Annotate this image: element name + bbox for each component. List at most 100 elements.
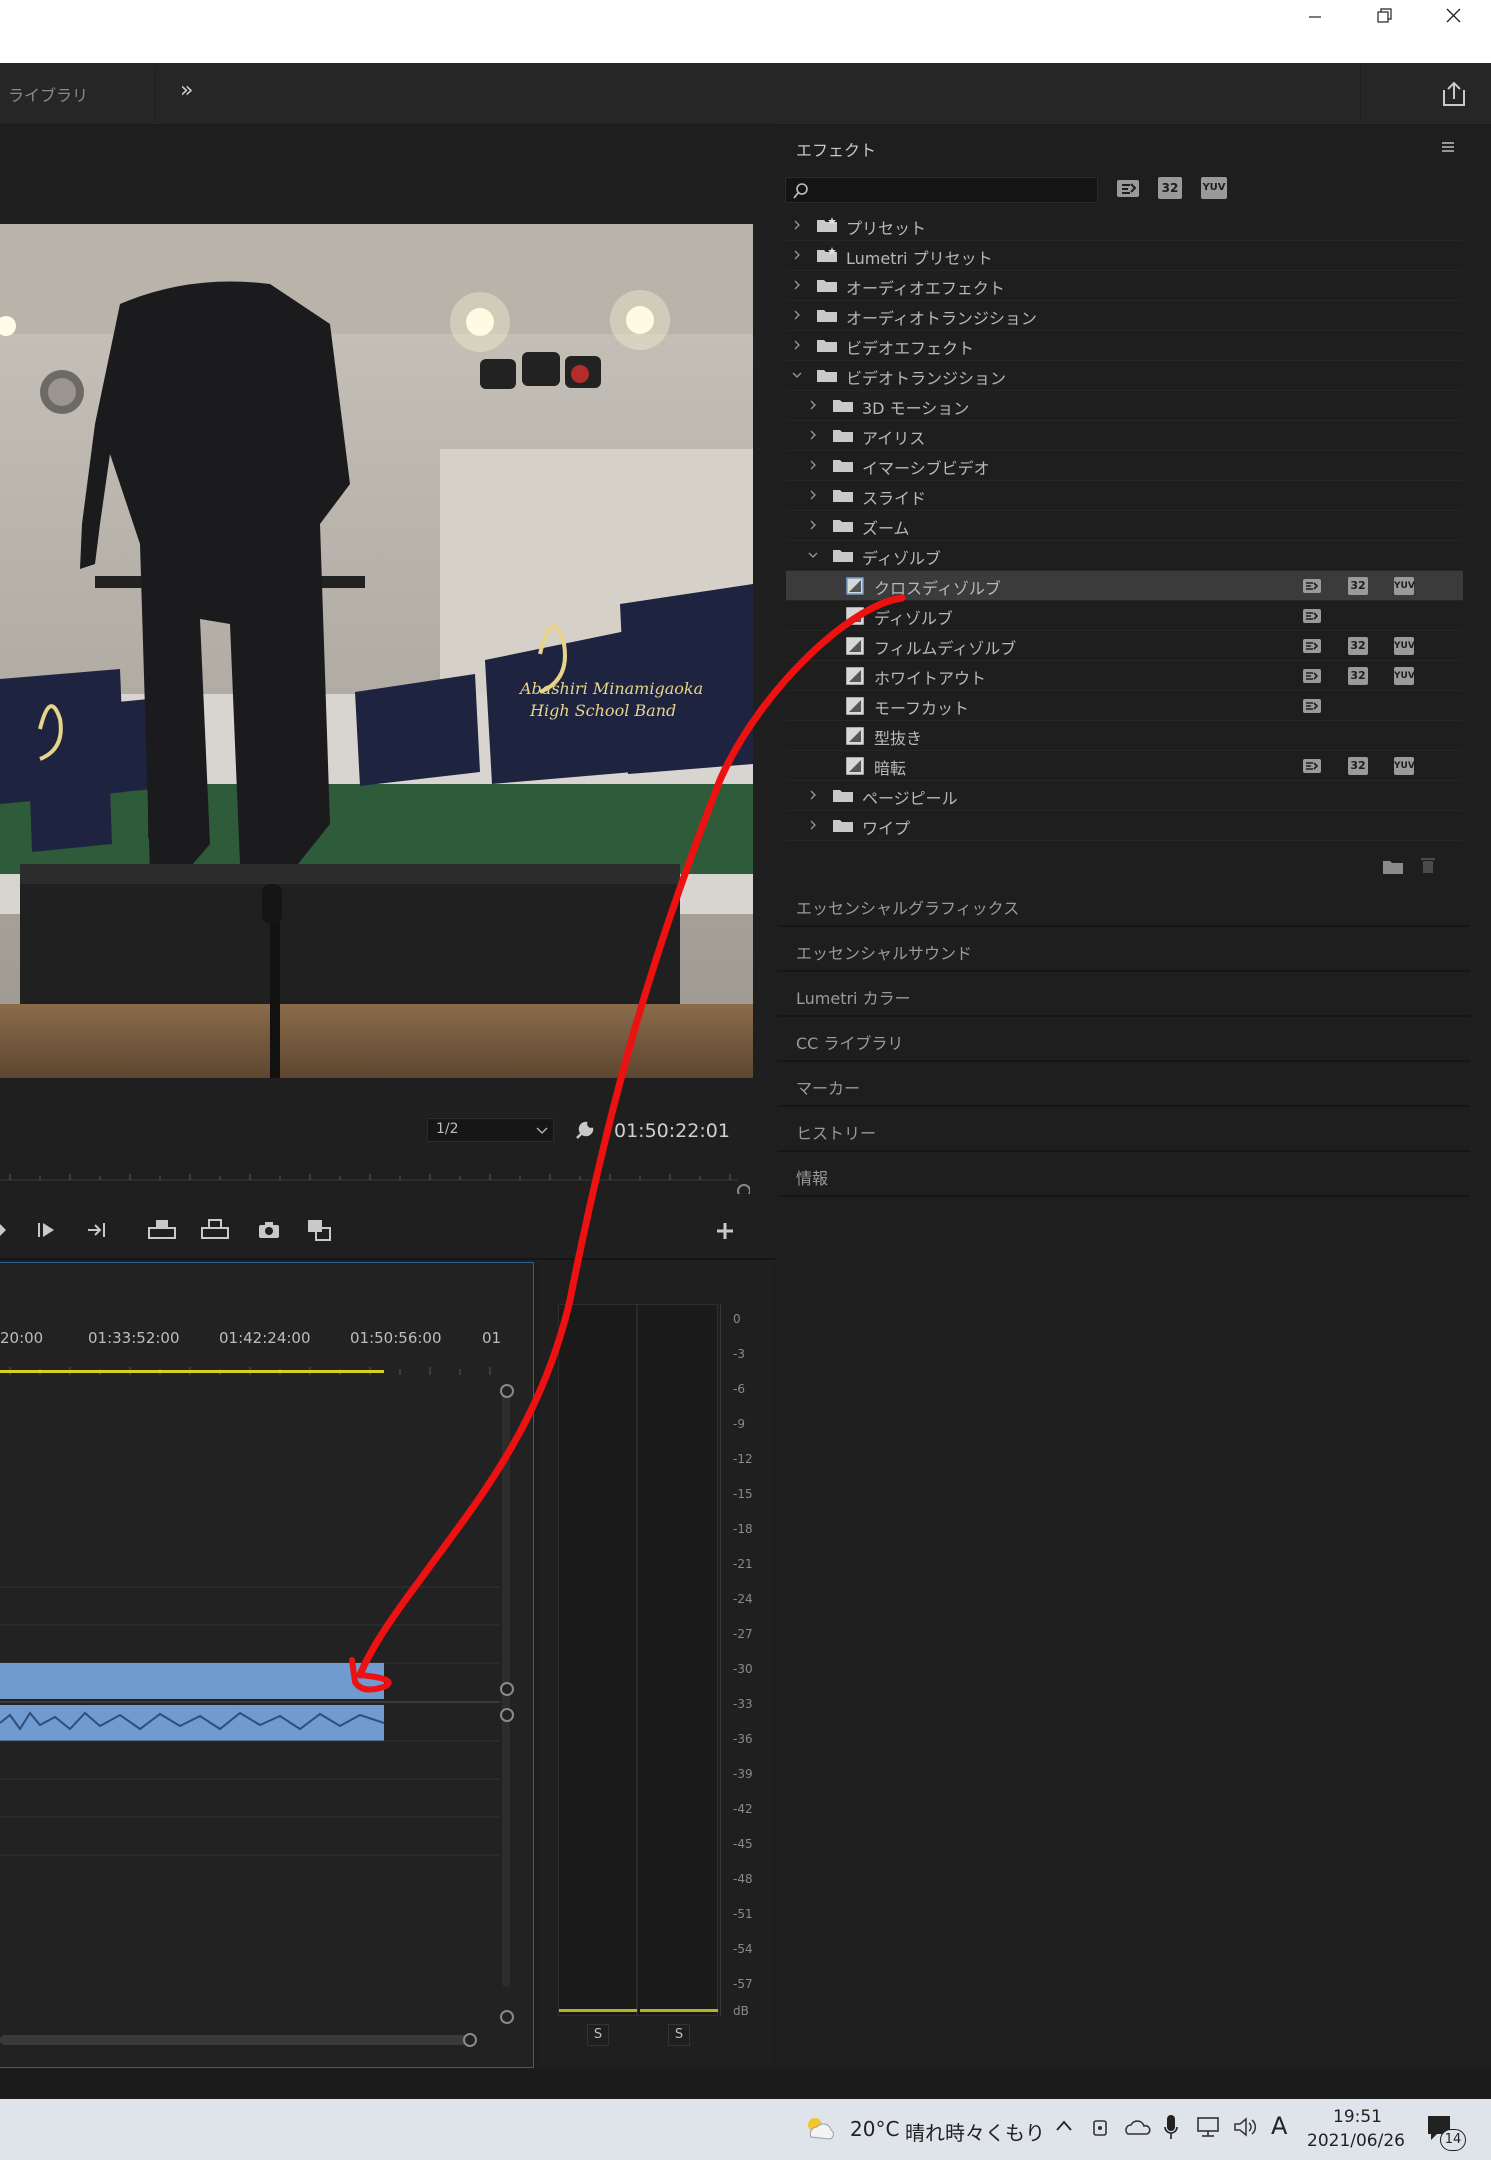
extract-icon[interactable] [200, 1218, 230, 1242]
32bit-filter-toggle[interactable]: 32 [1158, 177, 1182, 199]
effect-item[interactable]: クロスディゾルブ 32 YUV [786, 571, 1463, 601]
chevron-right-icon[interactable] [792, 220, 802, 230]
collapsed-panel-header[interactable]: エッセンシャルグラフィックス [778, 883, 1470, 927]
effect-folder[interactable]: アイリス [786, 421, 1463, 451]
tree-item-label: モーフカット [874, 699, 970, 718]
add-button-icon[interactable] [714, 1220, 736, 1242]
32bit-badge: 32 [1348, 637, 1368, 655]
effect-folder[interactable]: ビデオエフェクト [786, 331, 1463, 361]
resolution-select[interactable]: 1/2 [427, 1118, 554, 1142]
panel-menu-button[interactable] [1440, 140, 1456, 154]
hamburger-icon [1442, 142, 1454, 152]
chevron-right-icon[interactable] [792, 310, 802, 320]
share-icon [1443, 81, 1465, 106]
share-button[interactable] [1440, 80, 1468, 108]
volume-icon[interactable] [1232, 2115, 1258, 2139]
go-to-out-icon[interactable] [86, 1220, 110, 1240]
transition-effect-icon [846, 757, 864, 775]
effect-folder[interactable]: オーディオエフェクト [786, 271, 1463, 301]
settings-wrench-button[interactable] [574, 1119, 596, 1141]
network-icon[interactable] [1195, 2115, 1221, 2139]
chevron-right-icon[interactable] [808, 400, 818, 410]
accelerated-effects-badge [1302, 607, 1322, 625]
effect-item[interactable]: モーフカット [786, 691, 1463, 721]
chevron-right-icon[interactable] [808, 490, 818, 500]
step-forward-icon[interactable] [36, 1220, 58, 1240]
tree-item-label: 3D モーション [862, 399, 970, 418]
effect-folder[interactable]: ページピール [786, 781, 1463, 811]
play-stop-icon[interactable] [0, 1220, 14, 1240]
clock-date[interactable]: 2021/06/26 [1307, 2131, 1405, 2151]
collapsed-panel-header[interactable]: Lumetri カラー [778, 973, 1470, 1017]
restore-button[interactable] [1350, 0, 1418, 40]
accelerated-effects-badge [1302, 697, 1322, 715]
effect-item[interactable]: 型抜き [786, 721, 1463, 751]
lift-icon[interactable] [147, 1218, 177, 1242]
yuv-filter-toggle[interactable]: YUV [1201, 177, 1227, 199]
effect-folder[interactable]: イマーシブビデオ [786, 451, 1463, 481]
db-label: -42 [733, 1802, 753, 1816]
more-workspaces-button[interactable]: » [180, 80, 193, 102]
effects-panel-title[interactable]: エフェクト [796, 137, 876, 161]
restore-icon [1377, 8, 1392, 23]
camera-icon[interactable] [257, 1219, 281, 1241]
chevron-right-icon[interactable] [792, 340, 802, 350]
collapsed-panel-header[interactable]: ヒストリー [778, 1108, 1470, 1152]
ime-indicator[interactable]: A [1271, 2112, 1287, 2140]
weather-temperature[interactable]: 20°C [850, 2117, 899, 2141]
transition-effect-icon [846, 577, 864, 595]
chevron-right-icon[interactable] [808, 520, 818, 530]
effect-folder[interactable]: Lumetri プリセット [786, 241, 1463, 271]
new-bin-button[interactable] [1382, 857, 1404, 875]
chevron-right-icon[interactable] [808, 430, 818, 440]
chevron-up-icon[interactable] [1055, 2119, 1073, 2133]
chevron-down-icon[interactable] [792, 370, 802, 380]
effect-item[interactable]: フィルムディゾルブ 32 YUV [786, 631, 1463, 661]
comparison-view-icon[interactable] [306, 1218, 334, 1244]
program-time-ruler[interactable] [0, 1166, 750, 1194]
collapsed-panel-header[interactable]: 情報 [778, 1153, 1470, 1197]
chevron-right-icon[interactable] [808, 460, 818, 470]
meet-now-icon[interactable] [1090, 2115, 1112, 2139]
chevron-right-icon[interactable] [808, 790, 818, 800]
collapsed-panel-header[interactable]: エッセンシャルサウンド [778, 928, 1470, 972]
timeline-panel[interactable]: 20:00 01:33:52:00 01:42:24:00 01:50:56:0… [0, 1262, 534, 2068]
weather-partly-cloudy-icon[interactable] [803, 2113, 835, 2141]
effect-folder[interactable]: ズーム [786, 511, 1463, 541]
microphone-icon[interactable] [1163, 2113, 1179, 2141]
collapsed-panel-header[interactable]: マーカー [778, 1063, 1470, 1107]
program-video-frame[interactable]: Abashiri Minamigaoka High School Band [0, 224, 753, 1078]
solo-right-button[interactable]: S [668, 2024, 690, 2046]
minimize-button[interactable] [1281, 0, 1349, 40]
effects-search-input[interactable] [814, 180, 1094, 200]
meter-level-right [640, 2009, 718, 2012]
onedrive-cloud-icon[interactable] [1124, 2117, 1152, 2137]
weather-text[interactable]: 晴れ時々くもり [905, 2117, 1045, 2146]
chevron-right-icon[interactable] [792, 280, 802, 290]
effect-folder[interactable]: 3D モーション [786, 391, 1463, 421]
effect-folder[interactable]: オーディオトランジション [786, 301, 1463, 331]
close-button[interactable] [1419, 0, 1487, 40]
workspace-tab-library[interactable]: ライブラリ [8, 82, 88, 106]
effects-search-field[interactable] [785, 177, 1098, 203]
delete-button[interactable] [1420, 856, 1436, 874]
chevron-right-icon[interactable] [792, 250, 802, 260]
chevron-right-icon[interactable] [808, 820, 818, 830]
effect-folder[interactable]: プリセット [786, 211, 1463, 241]
playhead-timecode[interactable]: 01:50:22:01 [614, 1120, 730, 1142]
effect-item[interactable]: ディゾルブ [786, 601, 1463, 631]
accelerated-filter-toggle[interactable] [1116, 177, 1140, 199]
effect-item[interactable]: ホワイトアウト 32 YUV [786, 661, 1463, 691]
clock-time[interactable]: 19:51 [1333, 2107, 1382, 2127]
transition-effect-icon [846, 637, 864, 655]
effect-folder[interactable]: ビデオトランジション [786, 361, 1463, 391]
effect-folder[interactable]: ワイプ [786, 811, 1463, 841]
effect-folder[interactable]: スライド [786, 481, 1463, 511]
accelerated-effects-badge [1302, 637, 1322, 655]
collapsed-panel-header[interactable]: CC ライブラリ [778, 1018, 1470, 1062]
solo-left-button[interactable]: S [587, 2024, 609, 2046]
effect-item[interactable]: 暗転 32 YUV [786, 751, 1463, 781]
effect-folder[interactable]: ディゾルブ [786, 541, 1463, 571]
tree-item-label: イマーシブビデオ [862, 459, 990, 478]
chevron-down-icon[interactable] [808, 550, 818, 560]
